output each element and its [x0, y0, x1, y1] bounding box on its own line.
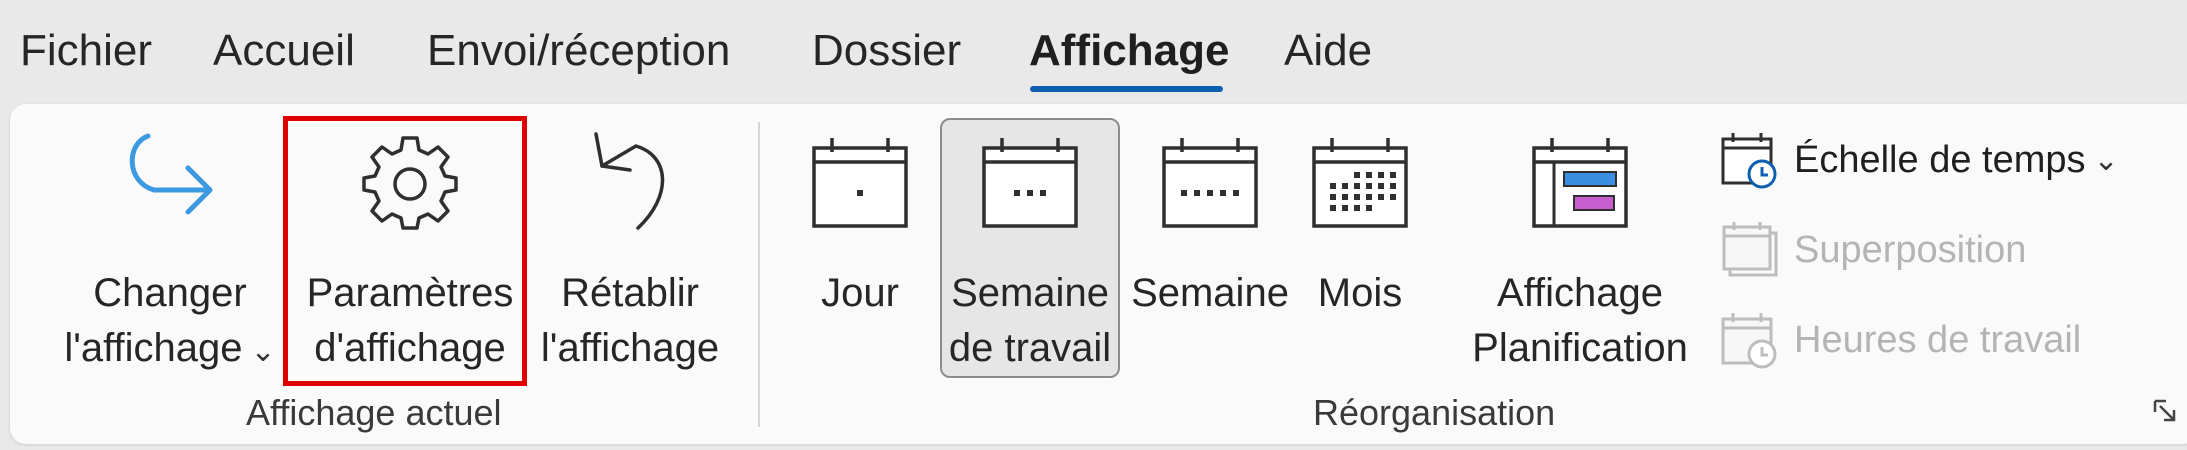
- overlay-label: Superposition: [1794, 228, 2027, 271]
- month-view-label: Mois: [1317, 271, 1403, 315]
- gear-icon: [362, 136, 458, 230]
- month-view-button[interactable]: Mois: [1300, 120, 1420, 370]
- change-view-label-line1: Changer: [93, 271, 247, 315]
- reset-view-label-line1: Rétablir: [561, 271, 699, 315]
- view-settings-button[interactable]: Paramètres d'affichage: [290, 120, 530, 370]
- chevron-down-icon: ⌄: [2093, 143, 2119, 177]
- dialog-launcher-icon[interactable]: [2152, 398, 2180, 426]
- tab-accueil[interactable]: Accueil: [213, 26, 355, 76]
- work-week-label-line2: de travail: [948, 326, 1112, 370]
- ribbon-tab-bar: Fichier Accueil Envoi/réception Dossier …: [0, 0, 2187, 100]
- calendar-overlay-icon: [1722, 222, 1778, 277]
- working-hours-label: Heures de travail: [1794, 318, 2082, 361]
- group-separator: [758, 122, 760, 427]
- reset-view-button[interactable]: Rétablir l'affichage: [525, 120, 735, 370]
- redirect-arrow-icon: [129, 133, 213, 215]
- calendar-clock-icon: [1721, 133, 1777, 189]
- calendar-day-icon: [812, 138, 908, 228]
- calendar-clock-icon: [1721, 313, 1777, 369]
- time-scale-button[interactable]: Échelle de temps ⌄: [1720, 130, 2119, 190]
- day-view-button[interactable]: Jour: [800, 120, 920, 370]
- reset-view-label-line2: l'affichage: [540, 326, 720, 370]
- schedule-view-label-line1: Affichage: [1496, 271, 1664, 315]
- view-settings-label-line1: Paramètres: [306, 271, 514, 315]
- calendar-month-icon: [1312, 138, 1408, 228]
- schedule-view-button[interactable]: Affichage Planification: [1455, 120, 1705, 370]
- tab-fichier[interactable]: Fichier: [20, 26, 152, 76]
- working-hours-button[interactable]: Heures de travail: [1720, 310, 2081, 370]
- day-view-label: Jour: [821, 271, 899, 315]
- calendar-schedule-icon: [1532, 138, 1628, 228]
- overlay-button[interactable]: Superposition: [1720, 220, 2026, 280]
- tab-affichage[interactable]: Affichage: [1029, 26, 1229, 76]
- group-label-arrangement: Réorganisation: [1313, 392, 1556, 433]
- view-settings-label-line2: d'affichage: [314, 326, 506, 370]
- tab-aide[interactable]: Aide: [1284, 26, 1372, 76]
- week-view-label: Semaine: [1131, 271, 1289, 315]
- week-view-button[interactable]: Semaine: [1130, 120, 1290, 370]
- calendar-week-icon: [1162, 138, 1258, 228]
- time-scale-label: Échelle de temps: [1794, 138, 2086, 181]
- chevron-down-icon: ⌄: [250, 335, 276, 368]
- group-label-current-view: Affichage actuel: [246, 392, 502, 433]
- change-view-button[interactable]: Changer l'affichage ⌄: [40, 120, 300, 370]
- schedule-view-label-line2: Planification: [1472, 326, 1688, 370]
- active-tab-indicator: [1030, 86, 1223, 92]
- calendar-work-week-icon: [982, 138, 1078, 228]
- change-view-label-line2: l'affichage ⌄: [64, 326, 276, 370]
- tab-dossier[interactable]: Dossier: [812, 26, 961, 76]
- tab-envoi-reception[interactable]: Envoi/réception: [427, 26, 730, 76]
- work-week-view-button[interactable]: Semaine de travail: [940, 120, 1120, 370]
- undo-arrow-icon: [594, 132, 665, 230]
- work-week-label-line1: Semaine: [951, 271, 1109, 315]
